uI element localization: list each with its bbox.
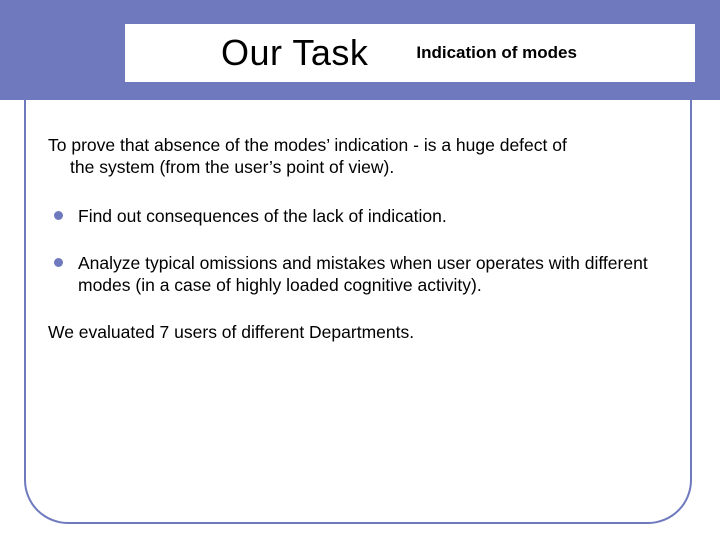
list-item: Analyze typical omissions and mistakes w… (48, 252, 678, 298)
intro-line-2: the system (from the user’s point of vie… (70, 156, 678, 178)
slide-subtitle: Indication of modes (416, 43, 577, 63)
bullet-text: Find out consequences of the lack of ind… (78, 206, 447, 226)
accent-underline (0, 82, 720, 89)
slide: Our Task Indication of modes To prove th… (0, 0, 720, 540)
bullet-list: Find out consequences of the lack of ind… (48, 205, 678, 297)
title-box: Our Task Indication of modes (125, 24, 695, 82)
intro-paragraph: To prove that absence of the modes’ indi… (48, 134, 678, 179)
list-item: Find out consequences of the lack of ind… (48, 205, 678, 228)
body-content: To prove that absence of the modes’ indi… (48, 134, 678, 344)
slide-title: Our Task (221, 32, 368, 74)
bullet-text: Analyze typical omissions and mistakes w… (78, 253, 648, 296)
intro-line-1: To prove that absence of the modes’ indi… (48, 135, 567, 155)
outro-paragraph: We evaluated 7 users of different Depart… (48, 321, 678, 344)
